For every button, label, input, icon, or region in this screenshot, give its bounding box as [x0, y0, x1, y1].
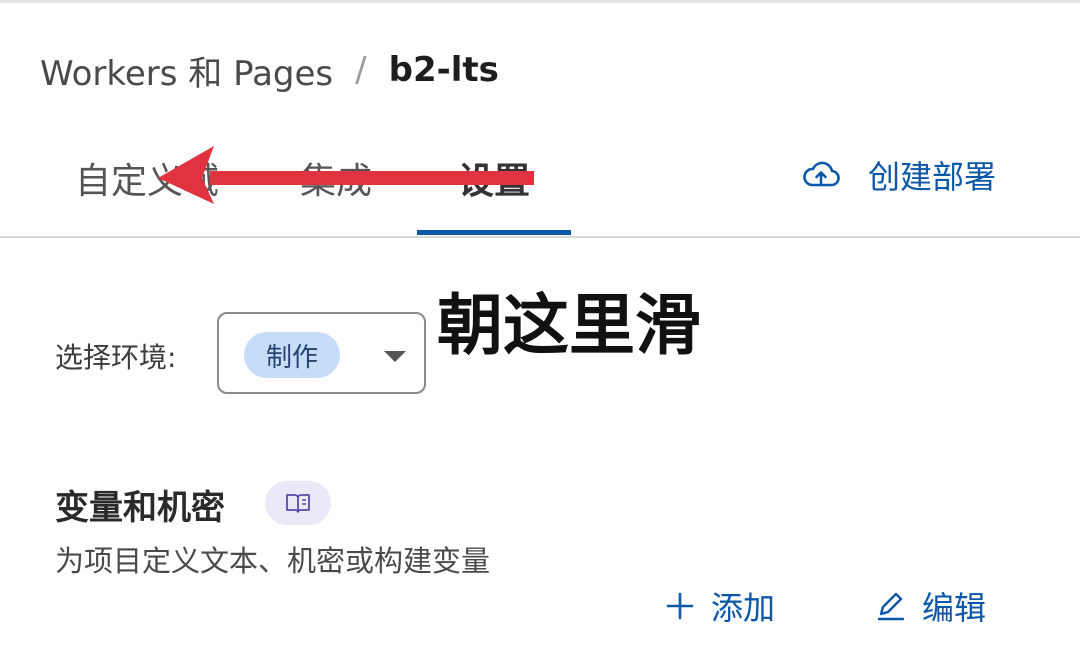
- variables-section-description: 为项目定义文本、机密或构建变量: [55, 544, 491, 578]
- breadcrumb: Workers 和 Pages / b2-lts: [40, 44, 499, 96]
- book-icon: [286, 494, 310, 513]
- create-deployment-label: 创建部署: [868, 158, 997, 196]
- edit-label: 编辑: [922, 589, 987, 627]
- add-variable-button[interactable]: 添加: [665, 583, 775, 629]
- plus-icon: [666, 592, 694, 620]
- breadcrumb-parent-link[interactable]: Workers 和 Pages: [40, 46, 333, 95]
- documentation-button[interactable]: [265, 481, 331, 525]
- breadcrumb-current: b2-lts: [388, 50, 499, 90]
- pencil-icon: [877, 592, 905, 621]
- swipe-hint-text: 朝这里滑: [437, 287, 701, 364]
- swipe-left-arrow: [158, 146, 534, 204]
- variables-section-title: 变量和机密: [55, 488, 225, 528]
- cloud-upload-icon: [803, 161, 840, 187]
- chevron-down-icon: [384, 351, 406, 362]
- add-label: 添加: [711, 589, 776, 627]
- create-deployment-button[interactable]: 创建部署: [802, 152, 996, 198]
- active-tab-indicator: [417, 230, 571, 235]
- breadcrumb-separator: /: [355, 50, 367, 90]
- environment-chip: 制作: [244, 332, 340, 378]
- edit-variables-button[interactable]: 编辑: [876, 583, 986, 629]
- top-divider: [0, 0, 1080, 3]
- environment-select[interactable]: 制作: [217, 312, 426, 394]
- environment-label: 选择环境:: [55, 341, 177, 374]
